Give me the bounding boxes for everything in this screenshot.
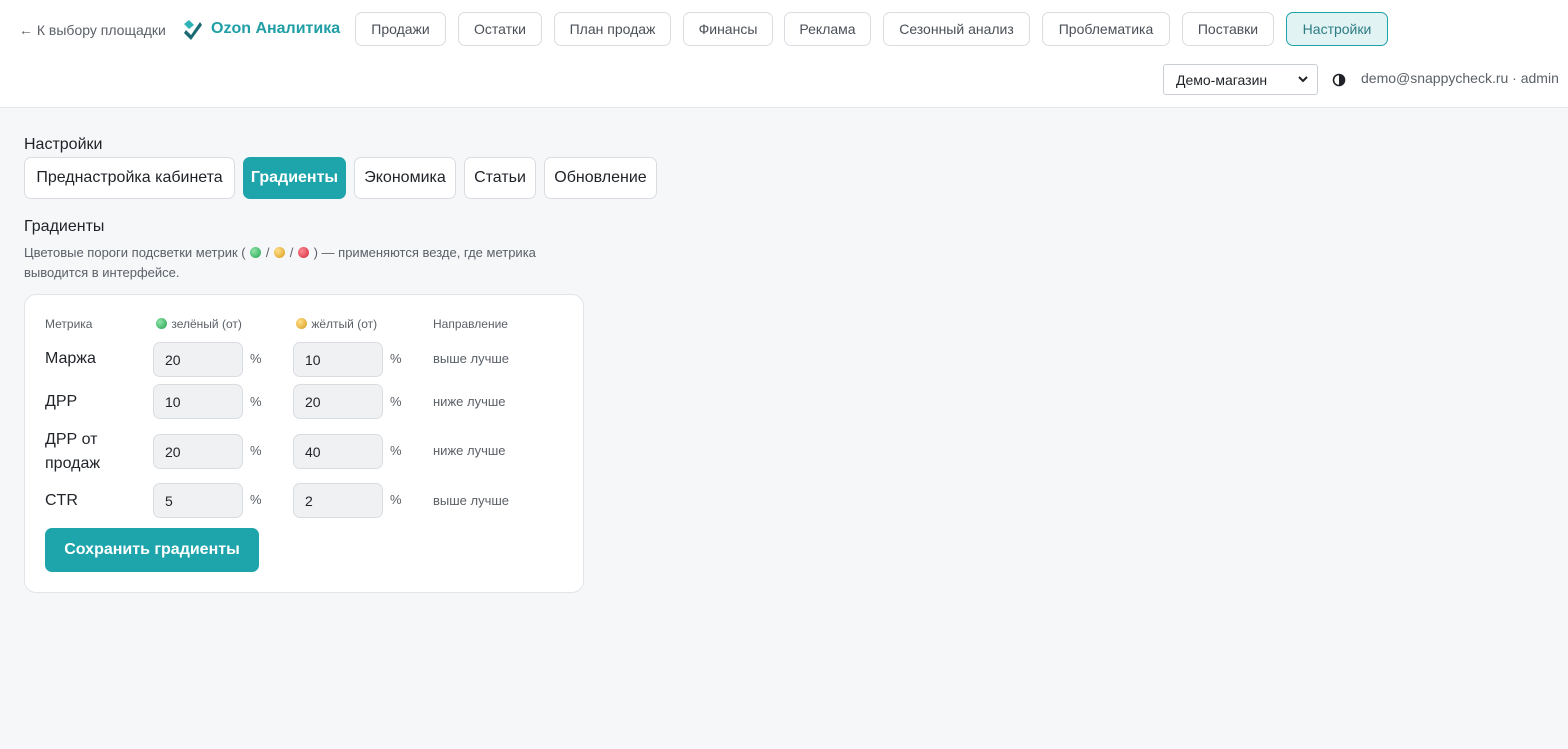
column-header-direction: Направление (433, 317, 508, 331)
top-bar: ← К выбору площадки Ozon Аналитика Прода… (0, 0, 1568, 108)
section-title: Градиенты (24, 218, 105, 235)
unit-percent: % (390, 443, 402, 458)
green-dot-icon (156, 318, 167, 329)
nav-settings[interactable]: Настройки (1286, 12, 1388, 46)
brand-name: Ozon Аналитика (211, 20, 341, 37)
yellow-dot-icon (296, 318, 307, 329)
unit-percent: % (250, 351, 262, 366)
chevron-down-icon (1298, 76, 1308, 83)
nav-ads[interactable]: Реклама (784, 12, 871, 46)
margin-yellow-input[interactable]: 10 (293, 342, 383, 377)
margin-green-input[interactable]: 20 (153, 342, 243, 377)
save-gradients-button[interactable]: Сохранить градиенты (45, 528, 259, 572)
tab-update[interactable]: Обновление (544, 157, 657, 199)
column-header-yellow: жёлтый (от) (295, 317, 377, 331)
nav-stock[interactable]: Остатки (458, 12, 542, 46)
column-header-green-label: зелёный (от) (171, 317, 242, 331)
tab-cabinet-presetup[interactable]: Преднастройка кабинета (24, 157, 235, 199)
tab-articles[interactable]: Статьи (464, 157, 536, 199)
desc-separator: / (265, 245, 270, 260)
brand-logo-icon (184, 20, 202, 40)
direction-text: выше лучше (433, 351, 510, 366)
desc-text-before: Цветовые пороги подсветки метрик ( (24, 245, 246, 260)
tab-gradients[interactable]: Градиенты (243, 157, 346, 199)
drr-sales-yellow-input[interactable]: 40 (293, 434, 383, 469)
nav-sales-plan[interactable]: План продаж (554, 12, 671, 46)
ctr-green-input[interactable]: 5 (153, 483, 243, 518)
brand[interactable]: Ozon Аналитика (181, 16, 340, 42)
tab-economics[interactable]: Экономика (354, 157, 456, 199)
unit-percent: % (390, 492, 402, 507)
row-label-drr-from-sales: ДРР от продаж (45, 431, 101, 472)
gradients-card: Метрика зелёный (от) жёлтый (от) Направл… (24, 294, 584, 593)
nav-supplies[interactable]: Поставки (1182, 12, 1274, 46)
ctr-yellow-input[interactable]: 2 (293, 483, 383, 518)
drr-sales-green-input[interactable]: 20 (153, 434, 243, 469)
page-title: Настройки (24, 136, 103, 153)
store-select-value: Демо-магазин (1176, 71, 1268, 88)
unit-percent: % (390, 394, 402, 409)
direction-text: выше лучше (433, 493, 510, 508)
column-header-metric: Метрика (45, 317, 93, 331)
section-description: Цветовые пороги подсветки метрик ( / / )… (24, 243, 564, 283)
unit-percent: % (250, 394, 262, 409)
drr-green-input[interactable]: 10 (153, 384, 243, 419)
row-label-margin: Маржа (45, 350, 96, 367)
drr-yellow-input[interactable]: 20 (293, 384, 383, 419)
red-dot-icon (297, 247, 309, 258)
nav-finance[interactable]: Финансы (683, 12, 773, 46)
back-to-platform-link[interactable]: ← К выбору площадки (19, 20, 166, 40)
nav-sales[interactable]: Продажи (355, 12, 446, 46)
theme-toggle-icon[interactable] (1332, 73, 1346, 87)
direction-text: ниже лучше (433, 443, 506, 458)
yellow-dot-icon (274, 247, 286, 258)
direction-text: ниже лучше (433, 394, 506, 409)
column-header-green: зелёный (от) (155, 317, 242, 331)
unit-percent: % (390, 351, 402, 366)
user-info: demo@snappycheck.ru · admin (1361, 70, 1559, 86)
nav-problems[interactable]: Проблематика (1042, 12, 1170, 46)
desc-separator: / (289, 245, 294, 260)
column-header-yellow-label: жёлтый (от) (311, 317, 378, 331)
row-label-ctr: CTR (45, 492, 78, 509)
row-label-drr: ДРР (45, 393, 78, 410)
unit-percent: % (250, 443, 262, 458)
nav-seasonal-analysis[interactable]: Сезонный анализ (883, 12, 1030, 46)
unit-percent: % (250, 492, 262, 507)
green-dot-icon (250, 247, 262, 258)
store-select[interactable]: Демо-магазин (1163, 64, 1318, 95)
